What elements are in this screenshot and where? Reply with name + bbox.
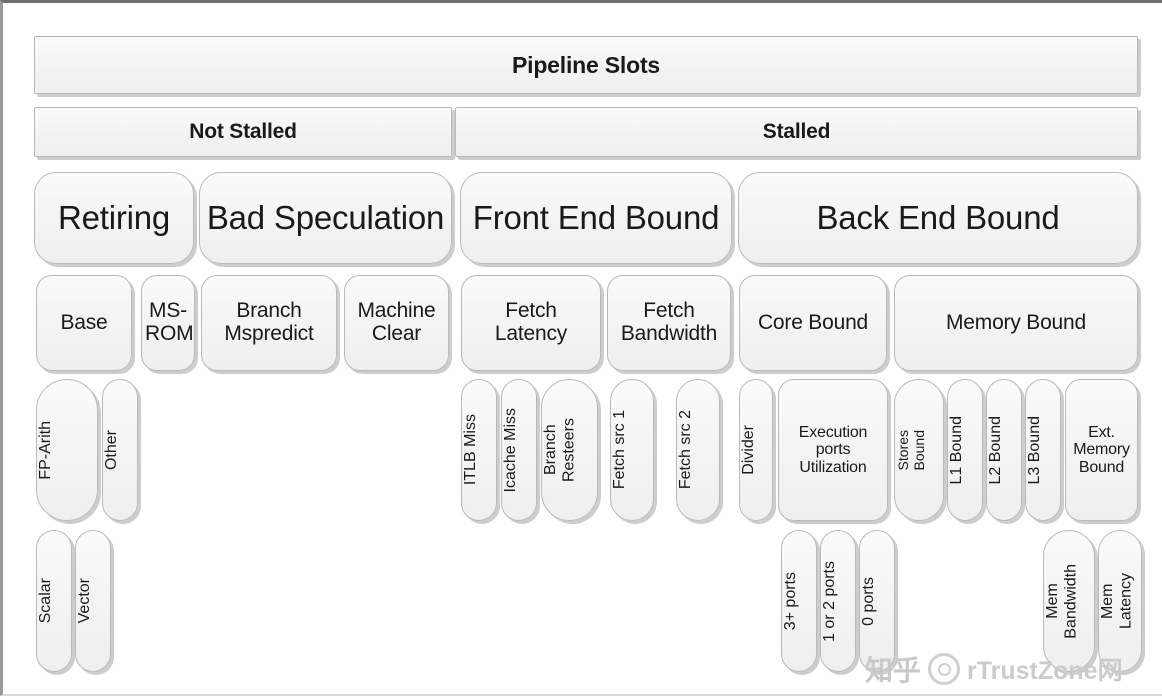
node-label: Base bbox=[60, 310, 108, 334]
node-vector[interactable]: Vector bbox=[75, 530, 111, 672]
node-label: Stalled bbox=[762, 119, 831, 143]
node-label: Branch Resteers bbox=[542, 417, 578, 483]
node-stores-bound[interactable]: Stores Bound bbox=[894, 379, 944, 521]
node-scalar[interactable]: Scalar bbox=[36, 530, 72, 672]
node-label: ITLB Miss bbox=[462, 414, 479, 486]
node-label: L2 Bound bbox=[987, 415, 1004, 485]
node-stalled[interactable]: Stalled bbox=[455, 107, 1138, 157]
node-1-or-2-ports[interactable]: 1 or 2 ports bbox=[820, 530, 856, 672]
node-label: Divider bbox=[740, 425, 757, 475]
node-label: Not Stalled bbox=[189, 119, 297, 143]
node-label: Fetch Bandwidth bbox=[620, 299, 718, 345]
node-other[interactable]: Other bbox=[102, 379, 138, 521]
node-label: Machine Clear bbox=[357, 299, 436, 345]
node-label: Retiring bbox=[57, 199, 171, 237]
node-execution-ports-utilization[interactable]: Execution ports Utilization bbox=[778, 379, 888, 521]
node-label: Core Bound bbox=[757, 310, 869, 334]
node-not-stalled[interactable]: Not Stalled bbox=[34, 107, 452, 157]
at-sign-icon bbox=[928, 653, 961, 685]
node-label: Pipeline Slots bbox=[511, 51, 660, 78]
node-machine-clear[interactable]: Machine Clear bbox=[344, 275, 449, 371]
node-fetch-bandwidth[interactable]: Fetch Bandwidth bbox=[607, 275, 731, 371]
node-fetch-src-1[interactable]: Fetch src 1 bbox=[610, 379, 654, 521]
node-label: 1 or 2 ports bbox=[821, 560, 838, 642]
node-l1-bound[interactable]: L1 Bound bbox=[947, 379, 983, 521]
node-core-bound[interactable]: Core Bound bbox=[739, 275, 887, 371]
node-memory-bound[interactable]: Memory Bound bbox=[894, 275, 1138, 371]
node-l2-bound[interactable]: L2 Bound bbox=[986, 379, 1022, 521]
node-label: L3 Bound bbox=[1026, 415, 1043, 485]
node-label: Other bbox=[103, 429, 120, 470]
node-label: Memory Bound bbox=[946, 310, 1086, 334]
node-label: Scalar bbox=[37, 578, 54, 624]
node-front-end-bound[interactable]: Front End Bound bbox=[460, 172, 732, 264]
node-label: Execution ports Utilization bbox=[798, 424, 868, 476]
node-label: 3+ ports bbox=[782, 571, 799, 631]
node-label: Front End Bound bbox=[472, 199, 720, 237]
node-retiring[interactable]: Retiring bbox=[34, 172, 194, 264]
node-ext-memory-bound[interactable]: Ext. Memory Bound bbox=[1065, 379, 1138, 521]
node-label: Branch Mspredict bbox=[224, 299, 314, 345]
tma-hierarchy-diagram: Pipeline Slots Not Stalled Stalled Retir… bbox=[0, 0, 1162, 696]
node-itlb-miss[interactable]: ITLB Miss bbox=[461, 379, 497, 521]
node-label: Fetch src 1 bbox=[611, 410, 628, 490]
node-mem-latency[interactable]: Mem Latency bbox=[1098, 530, 1142, 672]
node-label: Mem Bandwidth bbox=[1044, 563, 1080, 639]
node-mem-bandwidth[interactable]: Mem Bandwidth bbox=[1043, 530, 1095, 672]
node-label: Bad Speculation bbox=[206, 199, 445, 237]
node-label: Fetch src 2 bbox=[677, 410, 694, 490]
node-pipeline-slots[interactable]: Pipeline Slots bbox=[34, 36, 1138, 94]
node-label: Stores Bound bbox=[895, 429, 928, 471]
node-label: Fetch Latency bbox=[494, 299, 568, 345]
node-label: L1 Bound bbox=[948, 415, 965, 485]
node-bad-speculation[interactable]: Bad Speculation bbox=[199, 172, 452, 264]
node-base[interactable]: Base bbox=[36, 275, 132, 371]
node-fp-arith[interactable]: FP-Arith bbox=[36, 379, 98, 521]
node-3-plus-ports[interactable]: 3+ ports bbox=[781, 530, 817, 672]
node-label: 0 ports bbox=[860, 576, 877, 626]
node-branch-mispredict[interactable]: Branch Mspredict bbox=[201, 275, 337, 371]
node-label: MS- ROM bbox=[145, 299, 194, 345]
node-label: Back End Bound bbox=[816, 199, 1060, 237]
node-l3-bound[interactable]: L3 Bound bbox=[1025, 379, 1061, 521]
node-fetch-src-2[interactable]: Fetch src 2 bbox=[676, 379, 720, 521]
node-ms-rom[interactable]: MS- ROM bbox=[141, 275, 195, 371]
node-0-ports[interactable]: 0 ports bbox=[859, 530, 895, 672]
node-icache-miss[interactable]: Icache Miss bbox=[501, 379, 537, 521]
node-back-end-bound[interactable]: Back End Bound bbox=[738, 172, 1138, 264]
node-fetch-latency[interactable]: Fetch Latency bbox=[461, 275, 601, 371]
node-label: FP-Arith bbox=[37, 420, 54, 480]
node-branch-resteers[interactable]: Branch Resteers bbox=[541, 379, 598, 521]
node-divider[interactable]: Divider bbox=[739, 379, 773, 521]
node-label: Ext. Memory Bound bbox=[1073, 424, 1130, 476]
node-label: Mem Latency bbox=[1099, 572, 1135, 630]
node-label: Vector bbox=[76, 578, 93, 624]
node-label: Icache Miss bbox=[502, 407, 519, 493]
